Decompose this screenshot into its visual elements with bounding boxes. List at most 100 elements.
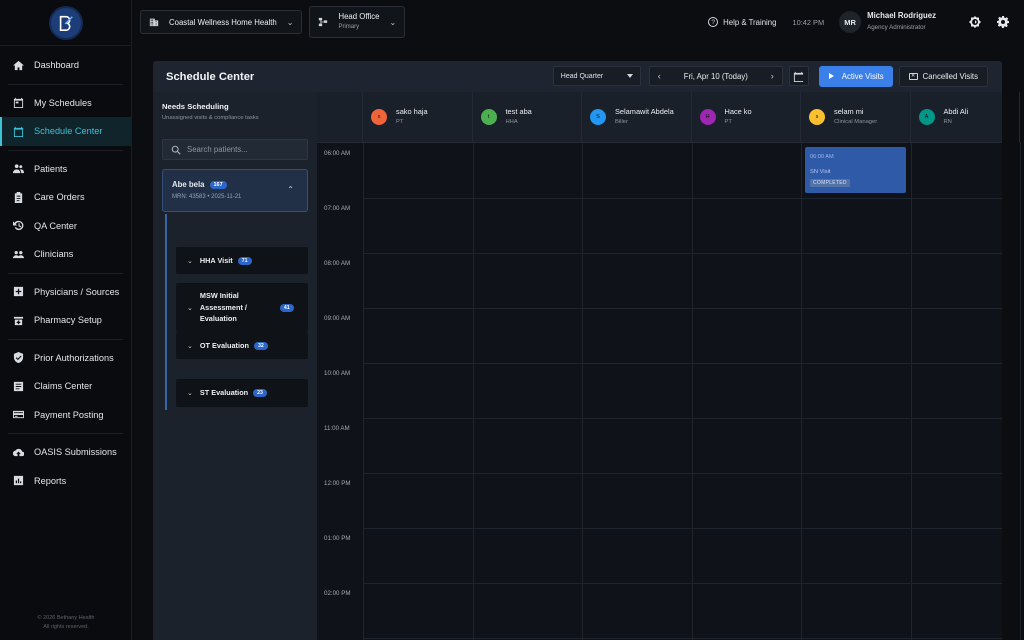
theme-toggle-button[interactable] [968, 15, 982, 29]
office-selector[interactable]: Head Office Primary ⌄ [309, 6, 406, 38]
sidebar-item-reports[interactable]: Reports [0, 467, 131, 496]
clinician-column-header[interactable]: S Selamawit Abdela Biller [582, 92, 692, 143]
pharmacy-icon [12, 314, 24, 326]
sidebar-item-clinicians[interactable]: Clinicians [0, 240, 131, 269]
location-value: Head Quarter [560, 72, 604, 80]
current-date: Fri, Apr 10 (Today) [683, 71, 748, 81]
clinician-column-header[interactable]: H Hace ko PT [692, 92, 801, 143]
patient-search[interactable] [162, 139, 308, 160]
patient-card[interactable]: Abe bela 167 MRN: 43583 • 2025-11-21 ⌃ [162, 169, 308, 212]
clinician-name: selam mi [834, 107, 864, 116]
sidebar-item-my-schedules[interactable]: My Schedules [0, 89, 131, 118]
search-input[interactable] [187, 145, 297, 154]
copyright: © 2026 Bethany Health All rights reserve… [0, 614, 132, 632]
nav-divider [8, 83, 123, 85]
sidebar-item-prior-authorizations[interactable]: Prior Authorizations [0, 344, 131, 373]
active-visits-button[interactable]: Active Visits [818, 65, 893, 87]
calendar-picker-button[interactable] [788, 66, 809, 86]
location-select[interactable]: Head Quarter [552, 66, 641, 86]
agency-name: Coastal Wellness Home Health [169, 17, 277, 27]
cancelled-visits-button[interactable]: ✕ Cancelled Visits [898, 65, 988, 87]
time-label: 09:00 AM [324, 315, 351, 322]
event-name: SN Visit [810, 169, 831, 175]
gear-icon [997, 16, 1009, 28]
clinician-header: s sako haja PT t test aba HHA S Selamawit Abdel… [317, 92, 1020, 143]
sidebar-item-qa-center[interactable]: QA Center [0, 212, 131, 241]
chevron-up-icon[interactable]: ⌃ [287, 185, 294, 194]
logo-area [0, 0, 131, 46]
agency-selector[interactable]: Coastal Wellness Home Health ⌄ [140, 10, 303, 34]
clinician-name: sako haja [396, 107, 428, 116]
calendar-grid: s sako haja PT t test aba HHA S Selamawit Abdel… [317, 92, 1021, 640]
sidebar-item-label: OASIS Submissions [34, 447, 117, 458]
grid-column-line [1020, 143, 1021, 640]
building-icon [149, 17, 169, 27]
status-badge: COMPLETED [810, 179, 850, 187]
count-badge: 167 [209, 180, 227, 189]
topbar-right: ? Help & Training 10:42 PM MR Michael Ro… [708, 0, 1010, 44]
clinician-avatar: S [590, 109, 606, 125]
sidebar-item-pharmacy-setup[interactable]: Pharmacy Setup [0, 306, 131, 335]
grid-row-line [363, 198, 1002, 199]
play-icon [828, 73, 834, 79]
visit-group[interactable]: ⌄ HHA Visit 71 [176, 247, 308, 274]
visit-group[interactable]: ⌄ ST Evaluation 23 [176, 379, 308, 407]
clinician-column-header[interactable]: A Abdi Ali RN [911, 92, 1020, 143]
user-info[interactable]: Michael Rodriguez Agency Administrator [867, 10, 936, 34]
sidebar-item-oasis-submissions[interactable]: OASIS Submissions [0, 438, 131, 467]
needs-subtitle: Unassigned visits & compliance tasks [162, 115, 259, 121]
office-sub: Primary [338, 24, 360, 30]
clinician-name: Selamawit Abdela [615, 107, 674, 116]
clinician-role: RN [943, 119, 952, 125]
help-link[interactable]: ? Help & Training [708, 17, 776, 27]
grid-row-line [363, 528, 1002, 529]
visit-label: HHA Visit [199, 255, 233, 265]
settings-button[interactable] [996, 15, 1010, 29]
clinician-name: test aba [505, 107, 532, 116]
chevron-down-icon: ⌄ [286, 17, 294, 27]
page-title: Schedule Center [166, 70, 255, 83]
sidebar-item-schedule-center[interactable]: Schedule Center [0, 117, 131, 146]
panel-header: Schedule Center Head Quarter ‹ Fri, Apr … [153, 61, 1002, 92]
sidebar-item-label: QA Center [34, 220, 77, 231]
sidebar-item-physicians-sources[interactable]: Physicians / Sources [0, 278, 131, 307]
sidebar-item-dashboard[interactable]: Dashboard [0, 51, 131, 80]
sidebar-item-payment-posting[interactable]: Payment Posting [0, 401, 131, 430]
visit-event[interactable]: 06:00 AM SN Visit COMPLETED [805, 147, 906, 193]
avatar[interactable]: MR [839, 11, 862, 33]
help-label: Help & Training [723, 17, 777, 27]
clinician-column-header[interactable]: t test aba HHA [473, 92, 582, 143]
clinician-name: Hace ko [724, 107, 752, 116]
office-name: Head Office [338, 12, 380, 21]
brightness-icon [969, 16, 981, 28]
time-label: 12:00 PM [324, 480, 351, 487]
copyright-line: All rights reserved. [43, 624, 89, 630]
grid-row-line [363, 253, 1002, 254]
visit-group[interactable]: ⌄ OT Evaluation 32 [176, 332, 308, 359]
chevron-left-icon[interactable]: ‹ [658, 71, 661, 81]
clinician-role: Biller [615, 119, 628, 125]
schedule-panel: Schedule Center Head Quarter ‹ Fri, Apr … [153, 61, 1021, 640]
patient-meta: MRN: 43583 • 2025-11-21 [172, 194, 242, 200]
clinician-role: HHA [505, 119, 518, 125]
clinician-column-header[interactable]: s sako haja PT [363, 92, 473, 143]
calendar-check-icon [12, 97, 24, 109]
clinician-column-header[interactable]: s selam mi Clinical Manager [801, 92, 911, 143]
grid-column-line [472, 143, 474, 640]
clinician-avatar: H [699, 109, 716, 125]
cloud-upload-icon [12, 446, 24, 458]
chevron-down-icon: ⌄ [389, 17, 397, 27]
sidebar-item-care-orders[interactable]: Care Orders [0, 183, 131, 212]
clinician-role: PT [396, 119, 404, 125]
logo-icon[interactable] [50, 7, 81, 38]
topbar: Coastal Wellness Home Health ⌄ Head Offi… [132, 0, 1024, 44]
nav-divider [8, 433, 123, 434]
clinician-role: PT [724, 119, 732, 125]
sidebar-item-claims-center[interactable]: Claims Center [0, 372, 131, 401]
sidebar-item-patients[interactable]: Patients [0, 155, 131, 184]
chevron-right-icon[interactable]: › [771, 71, 774, 81]
sidebar-item-label: Dashboard [34, 60, 79, 71]
visit-group[interactable]: ⌄ MSW Initial Assessment / Evaluation 41 [176, 283, 308, 332]
calendar-icon [794, 71, 804, 82]
sidebar-item-label: My Schedules [34, 97, 92, 108]
